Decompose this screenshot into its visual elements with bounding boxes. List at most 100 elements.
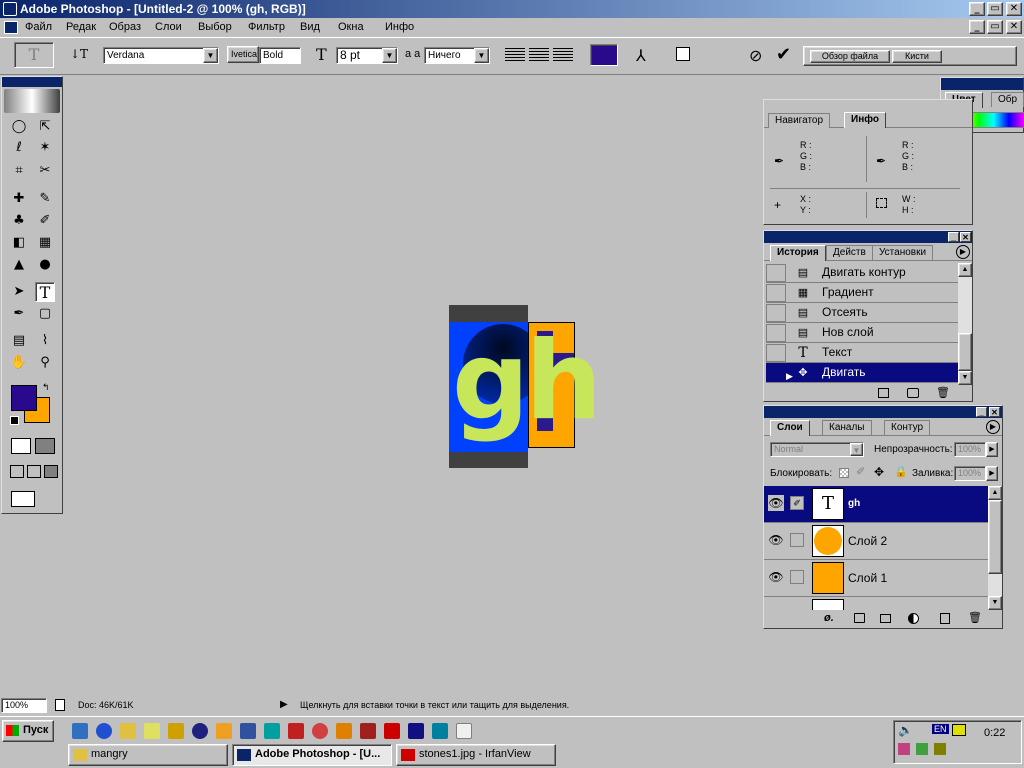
trash-icon[interactable]: 🗑: [968, 611, 982, 624]
app-icon-13[interactable]: [360, 723, 376, 739]
notes-tool-icon[interactable]: ▤: [9, 331, 29, 351]
layer-row[interactable]: 👁 Слой 2: [764, 523, 988, 560]
marquee-tool-icon[interactable]: ◯: [9, 117, 29, 137]
history-snapshot-box[interactable]: [766, 284, 786, 302]
screen-mode-full-icon[interactable]: [44, 465, 58, 478]
app-icon-7[interactable]: [216, 723, 232, 739]
quick-mask-icon[interactable]: [35, 438, 55, 454]
close-icon[interactable]: ✕: [989, 407, 1000, 417]
app-icon-9[interactable]: [264, 723, 280, 739]
jump-to-imageready-icon[interactable]: [11, 491, 35, 507]
eye-icon[interactable]: 👁: [768, 495, 784, 511]
tray-app-icon-3[interactable]: [934, 743, 946, 755]
pen-tool-icon[interactable]: ✒: [9, 304, 29, 324]
palette-menu-arrow-icon[interactable]: ▶: [986, 420, 1000, 434]
align-center-icon[interactable]: [529, 48, 549, 62]
scroll-thumb[interactable]: [958, 333, 972, 371]
clock[interactable]: 0:22: [984, 727, 1005, 739]
font-family-select[interactable]: Verdana ▼: [103, 47, 219, 64]
doc-restore-button[interactable]: ▭: [987, 20, 1003, 34]
menu-select[interactable]: Выбор: [198, 21, 232, 33]
save-icon[interactable]: [408, 723, 424, 739]
lock-all-icon[interactable]: 🔒: [894, 465, 908, 478]
history-brush-icon[interactable]: ✐: [35, 211, 55, 231]
crop-tool-icon[interactable]: ⌗: [9, 161, 29, 181]
fill-arrow-icon[interactable]: ▶: [986, 466, 998, 481]
history-snapshot-box[interactable]: [766, 264, 786, 282]
app-icon-10[interactable]: [288, 723, 304, 739]
type-tool-icon[interactable]: T: [35, 282, 55, 302]
lock-move-icon[interactable]: ✥: [874, 465, 884, 479]
app-icon-8[interactable]: [240, 723, 256, 739]
new-document-icon[interactable]: [878, 388, 889, 398]
brush-link-icon[interactable]: ✐: [790, 496, 804, 510]
task-irfanview[interactable]: stones1.jpg - IrfanView: [396, 744, 556, 766]
history-item[interactable]: ▤ Нов слой: [766, 323, 958, 343]
scroll-down-button[interactable]: ▼: [958, 371, 972, 385]
my-computer-icon[interactable]: [120, 723, 136, 739]
layer-row-selected[interactable]: 👁 ✐ T gh: [764, 486, 988, 523]
task-photoshop[interactable]: Adobe Photoshop - [U...: [232, 744, 392, 766]
lasso-tool-icon[interactable]: ℓ: [9, 138, 29, 158]
align-right-icon[interactable]: [553, 48, 573, 62]
tab-tool-presets[interactable]: Установки: [872, 245, 934, 260]
scroll-up-button[interactable]: ▲: [958, 263, 972, 277]
antialias-select[interactable]: Ничего ▼: [424, 47, 490, 64]
lock-transparency-icon[interactable]: [839, 468, 849, 478]
show-desktop-icon[interactable]: [72, 723, 88, 739]
status-menu-arrow-icon[interactable]: ▶: [280, 699, 288, 710]
maximize-button[interactable]: ▭: [987, 2, 1003, 16]
doc-close-button[interactable]: ✕: [1006, 20, 1022, 34]
zoom-tool-icon[interactable]: ⚲: [35, 353, 55, 373]
chevron-down-icon[interactable]: ▼: [382, 48, 397, 63]
adobe-logo[interactable]: [4, 89, 60, 113]
tab-history[interactable]: История: [770, 245, 826, 261]
new-layer-icon[interactable]: [940, 613, 950, 624]
align-left-icon[interactable]: [505, 48, 525, 62]
app-icon-17[interactable]: [456, 723, 472, 739]
minimize-button[interactable]: _: [969, 2, 985, 16]
history-state-slider-icon[interactable]: ▶: [786, 367, 793, 385]
scroll-up-button[interactable]: ▲: [988, 486, 1002, 500]
history-item[interactable]: ▤ Двигать контур: [766, 263, 958, 283]
eye-icon[interactable]: 👁: [768, 532, 784, 548]
scroll-down-button[interactable]: ▼: [988, 596, 1002, 610]
text-color-swatch[interactable]: [590, 44, 618, 66]
explorer-icon[interactable]: [144, 723, 160, 739]
app-icon-14[interactable]: [384, 723, 400, 739]
menu-image[interactable]: Образ: [109, 21, 141, 33]
task-mangry[interactable]: mangry: [68, 744, 228, 766]
history-item-selected[interactable]: ▶ ✥ Двигать: [766, 363, 958, 383]
scroll-thumb[interactable]: [988, 500, 1002, 574]
tray-app-icon-2[interactable]: [916, 743, 928, 755]
move-tool-icon[interactable]: ⇱: [35, 117, 55, 137]
font-size-select[interactable]: 8 pt ▼: [336, 47, 398, 64]
menu-edit[interactable]: Редак: [66, 21, 96, 33]
tab-info[interactable]: Инфо: [844, 112, 886, 128]
history-scrollbar[interactable]: ▲ ▼: [958, 263, 972, 385]
layer-row[interactable]: [764, 597, 988, 610]
text-orientation-icon[interactable]: ↓T: [70, 47, 88, 61]
language-indicator[interactable]: EN: [932, 724, 949, 734]
volume-icon[interactable]: 🔈: [898, 723, 913, 737]
screen-mode-menu-icon[interactable]: [27, 465, 41, 478]
chevron-down-icon[interactable]: ▼: [203, 48, 218, 63]
path-select-icon[interactable]: ➤: [9, 282, 29, 302]
magic-wand-tool-icon[interactable]: ✶: [35, 138, 55, 158]
eyedropper-tool-icon[interactable]: ⌇: [35, 331, 55, 351]
close-icon[interactable]: ✕: [960, 232, 971, 242]
internet-explorer-icon[interactable]: [96, 723, 112, 739]
start-button[interactable]: Пуск: [2, 720, 54, 742]
slice-tool-icon[interactable]: ✂: [35, 161, 55, 181]
layers-scrollbar[interactable]: ▲ ▼: [988, 486, 1002, 610]
shape-tool-icon[interactable]: ▢: [35, 304, 55, 324]
opacity-arrow-icon[interactable]: ▶: [986, 442, 998, 457]
tool-preset-picker[interactable]: T: [14, 42, 54, 68]
palette-menu-arrow-icon[interactable]: ▶: [956, 245, 970, 259]
cancel-icon[interactable]: ⊘: [749, 46, 762, 66]
tab-brushes[interactable]: Кисти: [892, 50, 942, 63]
app-icon-11[interactable]: [312, 723, 328, 739]
canvas-text-layer[interactable]: gh: [452, 322, 602, 442]
gradient-tool-icon[interactable]: ▦: [35, 233, 55, 253]
default-colors-icon[interactable]: [10, 416, 19, 425]
